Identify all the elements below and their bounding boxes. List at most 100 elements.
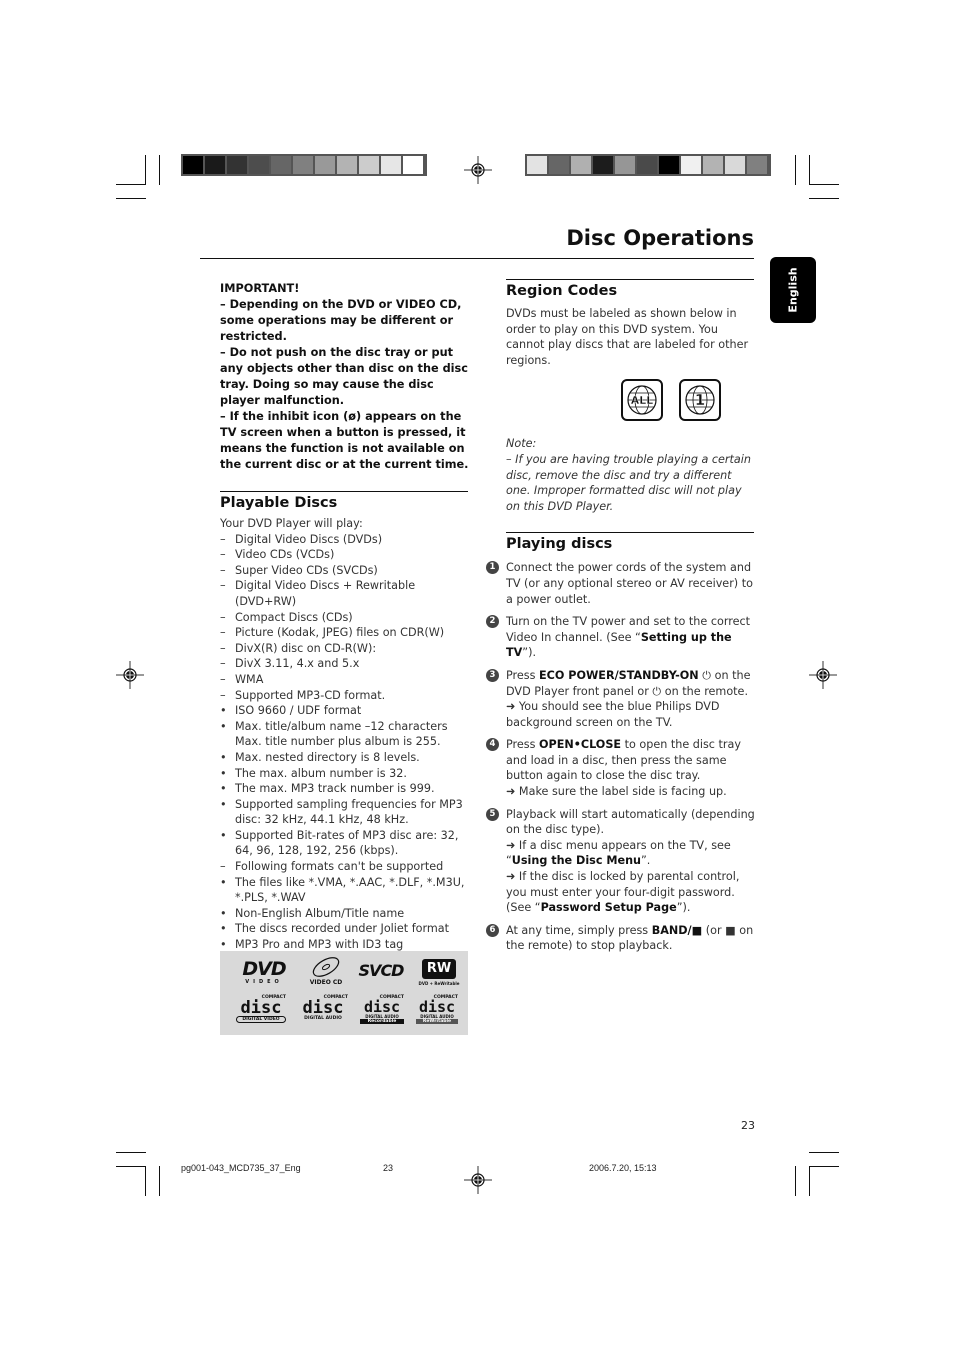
region-all-icon: ALL bbox=[621, 379, 663, 422]
color-swatch bbox=[205, 156, 225, 174]
color-swatch bbox=[315, 156, 335, 174]
bullet-icon: • bbox=[220, 782, 227, 796]
compact-disc-rewritable-logo: COMPACT disc DIGITAL AUDIO ReWritable bbox=[416, 995, 458, 1024]
rw-logo-sub: DVD + ReWritable bbox=[418, 981, 460, 986]
playable-disc-text: The files like *.VMA, *.AAC, *.DLF, *.M3… bbox=[235, 875, 465, 905]
playable-disc-item: • Max. title/album name –12 characters Ma… bbox=[220, 719, 470, 750]
dash-icon: – bbox=[220, 563, 226, 577]
bullet-icon: • bbox=[220, 906, 227, 920]
cd-logo-sub: DIGITAL VIDEO bbox=[236, 1016, 286, 1023]
compact-disc-recordable-logo: COMPACT disc DIGITAL AUDIO Recordable bbox=[360, 995, 404, 1024]
playable-disc-item: – Digital Video Discs + Rewritable (DVD+R… bbox=[220, 578, 470, 609]
step-emphasis: Password Setup Page bbox=[540, 901, 677, 915]
video-cd-logo: VIDEO CD bbox=[304, 957, 348, 986]
color-swatch bbox=[593, 156, 613, 174]
crop-mark bbox=[809, 198, 839, 199]
playable-disc-text: Digital Video Discs (DVDs) bbox=[235, 532, 383, 546]
playable-disc-text: Supported sampling frequencies for MP3 d… bbox=[235, 797, 463, 827]
step-emphasis: BAND/■ bbox=[651, 923, 703, 937]
color-swatch bbox=[293, 156, 313, 174]
playable-disc-text: WMA bbox=[235, 672, 264, 686]
registration-target-icon bbox=[809, 661, 837, 689]
bullet-icon: • bbox=[220, 750, 227, 764]
dvd-logo-text: DVD bbox=[242, 958, 286, 980]
playable-disc-item: • Supported sampling frequencies for MP3 … bbox=[220, 797, 470, 828]
playable-disc-item: – DivX(R) disc on CD-R(W): bbox=[220, 641, 470, 657]
section-rule bbox=[220, 491, 468, 492]
footer-filename: pg001-043_MCD735_37_Eng bbox=[181, 1163, 301, 1173]
rw-logo-text: RW bbox=[422, 959, 456, 979]
playing-discs-heading: Playing discs bbox=[506, 536, 613, 553]
section-rule bbox=[506, 532, 754, 534]
compact-disc-digital-audio-logo: COMPACT disc DIGITAL AUDIO bbox=[298, 995, 348, 1021]
step-number-icon: 2 bbox=[486, 615, 499, 629]
crop-mark bbox=[809, 184, 839, 185]
color-swatch bbox=[527, 156, 547, 174]
crop-mark bbox=[116, 1152, 146, 1153]
playable-disc-item: – Supported MP3-CD format. bbox=[220, 688, 470, 704]
color-swatch bbox=[183, 156, 203, 174]
crop-mark bbox=[159, 1166, 160, 1196]
cd-logo-main: disc bbox=[363, 998, 401, 1016]
playable-disc-item: – Video CDs (VCDs) bbox=[220, 547, 470, 563]
playable-disc-item: – Compact Discs (CDs) bbox=[220, 610, 470, 626]
important-item: – If the inhibit icon (ø) appears on the… bbox=[220, 410, 469, 471]
crop-mark bbox=[116, 184, 146, 185]
dvd-rw-logo: RW DVD + ReWritable bbox=[416, 959, 462, 986]
grayscale-color-bar-left bbox=[181, 154, 427, 176]
vcd-logo-text: VIDEO CD bbox=[309, 979, 343, 986]
color-swatch bbox=[703, 156, 723, 174]
dash-icon: – bbox=[220, 579, 226, 593]
note-label: Note: bbox=[506, 437, 537, 451]
cd-logo-tag: ReWritable bbox=[416, 1019, 458, 1024]
step-text: At any time, simply press bbox=[506, 923, 652, 937]
region-1-icon: 1 bbox=[679, 379, 721, 422]
left-column: IMPORTANT! – Depending on the DVD or VID… bbox=[220, 281, 470, 953]
step-text: Playback will start automatically (depen… bbox=[506, 807, 755, 837]
footer-page: 23 bbox=[383, 1163, 394, 1173]
page-number: 23 bbox=[741, 1119, 755, 1132]
note-text: – If you are having trouble playing a ce… bbox=[506, 452, 751, 513]
playable-discs-intro: Your DVD Player will play: bbox=[220, 517, 363, 530]
bullet-icon: • bbox=[220, 875, 227, 889]
playable-disc-text: DivX(R) disc on CD-R(W): bbox=[235, 641, 377, 655]
region-all-label: ALL bbox=[631, 394, 654, 407]
step-emphasis: Using the Disc Menu bbox=[511, 854, 641, 868]
step-item: 1 Connect the power cords of the system a… bbox=[486, 560, 756, 607]
step-item: 3 Press ECO POWER/STANDBY-ON ⏻ on the DVD… bbox=[486, 668, 756, 730]
step-number-icon: 3 bbox=[486, 668, 499, 682]
registration-target-icon bbox=[116, 661, 144, 689]
playable-disc-item: • ISO 9660 / UDF format bbox=[220, 703, 470, 719]
playable-disc-text: DivX 3.11, 4.x and 5.x bbox=[235, 657, 360, 671]
title-rule bbox=[200, 258, 754, 259]
playable-disc-item: • The discs recorded under Joliet format bbox=[220, 921, 470, 937]
color-swatch bbox=[271, 156, 291, 174]
playable-disc-text: ISO 9660 / UDF format bbox=[235, 704, 362, 718]
color-swatch bbox=[381, 156, 401, 174]
crop-mark bbox=[809, 155, 810, 185]
bullet-icon: • bbox=[220, 828, 227, 842]
playable-disc-item: – Picture (Kodak, JPEG) files on CDR(W) bbox=[220, 625, 470, 641]
cd-logo-sub: DIGITAL AUDIO bbox=[304, 1016, 342, 1021]
dash-icon: – bbox=[220, 688, 226, 702]
playable-disc-text: Supported MP3-CD format. bbox=[235, 688, 386, 702]
color-swatch bbox=[403, 156, 423, 174]
region-codes-heading: Region Codes bbox=[506, 283, 618, 299]
step-number-icon: 6 bbox=[486, 923, 499, 937]
page-title: Disc Operations bbox=[566, 226, 754, 250]
playable-disc-text: MP3 Pro and MP3 with ID3 tag bbox=[235, 938, 404, 952]
dash-icon: – bbox=[220, 532, 226, 546]
bullet-icon: • bbox=[220, 797, 227, 811]
color-swatch bbox=[659, 156, 679, 174]
color-swatch bbox=[359, 156, 379, 174]
playable-disc-item: • Non-English Album/Title name bbox=[220, 906, 470, 922]
color-swatch bbox=[337, 156, 357, 174]
playable-disc-text: Compact Discs (CDs) bbox=[235, 610, 353, 624]
step-item: 6 At any time, simply press BAND/■ (or ■ … bbox=[486, 923, 756, 954]
step-item: 4 Press OPEN•CLOSE to open the disc tray … bbox=[486, 737, 756, 799]
crop-mark bbox=[809, 1152, 839, 1153]
important-item: – Depending on the DVD or VIDEO CD, some… bbox=[220, 298, 462, 343]
playable-disc-item: • The files like *.VMA, *.AAC, *.DLF, *.M… bbox=[220, 875, 470, 906]
crop-mark bbox=[116, 1166, 146, 1167]
color-swatch bbox=[227, 156, 247, 174]
